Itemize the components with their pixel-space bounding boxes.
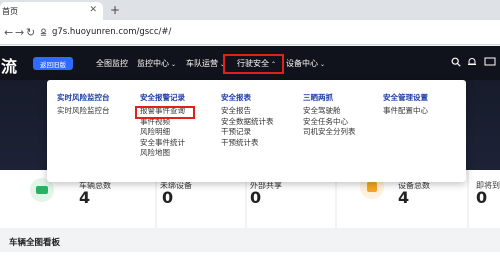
menu-item-map-monitor[interactable]: 全图监控 bbox=[96, 58, 128, 69]
menu-label: 监控中心 bbox=[137, 59, 169, 68]
dropdown-heading[interactable]: 安全管理设置 bbox=[383, 92, 428, 106]
browser-tab[interactable]: 首页 ✕ bbox=[0, 2, 103, 20]
dropdown-column-safety-settings: 安全管理设置 事件配置中心 bbox=[383, 92, 428, 117]
stat-value: 4 bbox=[79, 188, 91, 207]
section-title: 车辆全图看板 bbox=[9, 238, 61, 248]
stat-value: 0 bbox=[250, 188, 262, 207]
dropdown-heading[interactable]: 三晒两抓 bbox=[303, 92, 356, 106]
dropdown-link[interactable]: 司机安全分列表 bbox=[303, 127, 356, 138]
dropdown-column-safety-reports: 安全报表 安全报告 安全数据统计表 干预记录 干预统计表 bbox=[221, 92, 274, 148]
dropdown-link[interactable]: 安全驾驶舱 bbox=[303, 106, 356, 117]
dropdown-heading[interactable]: 安全报表 bbox=[221, 92, 274, 106]
menu-label: 设备中心 bbox=[286, 59, 318, 68]
dropdown-link[interactable]: 安全事件统计 bbox=[140, 138, 185, 149]
chevron-down-icon: ⌄ bbox=[171, 61, 177, 68]
dropdown-link[interactable]: 实时风险监控台 bbox=[57, 106, 110, 117]
dropdown-column-alarm-records: 安全报警记录 报警事件查询 事件视频 风险明细 安全事件统计 风险地图 bbox=[140, 92, 185, 159]
new-tab-icon[interactable]: + bbox=[110, 3, 120, 17]
dropdown-column-realtime: 实时风险监控台 实时风险监控台 bbox=[57, 92, 110, 117]
stat-value: 0 bbox=[162, 188, 174, 207]
dropdown-heading[interactable]: 安全报警记录 bbox=[140, 92, 185, 106]
active-menu-highlight bbox=[223, 54, 284, 74]
dropdown-link[interactable]: 干预记录 bbox=[221, 127, 274, 138]
close-icon[interactable]: ✕ bbox=[89, 5, 97, 15]
selected-item-highlight bbox=[135, 106, 195, 119]
dropdown-heading[interactable]: 实时风险监控台 bbox=[57, 92, 110, 106]
dropdown-link[interactable]: 安全任务中心 bbox=[303, 117, 356, 128]
tab-title: 首页 bbox=[2, 6, 18, 16]
dropdown-link[interactable]: 风险地图 bbox=[140, 148, 185, 159]
brand-logo: 流 bbox=[1, 57, 18, 76]
dropdown-link[interactable]: 事件配置中心 bbox=[383, 106, 428, 117]
menu-item-device-center[interactable]: 设备中心 ⌄ bbox=[286, 58, 325, 69]
stat-value: 4 bbox=[398, 188, 410, 207]
dropdown-column-three-checks: 三晒两抓 安全驾驶舱 安全任务中心 司机安全分列表 bbox=[303, 92, 356, 138]
menu-item-monitor-center[interactable]: 监控中心 ⌄ bbox=[137, 58, 176, 69]
menu-label: 全图监控 bbox=[96, 59, 128, 68]
browser-tab-bar: 首页 ✕ + bbox=[0, 0, 500, 20]
chevron-down-icon: ⌄ bbox=[320, 61, 326, 68]
search-icon[interactable] bbox=[451, 57, 461, 67]
address-bar: ← → ↻ g7s.huoyunren.com/gscc/#/ bbox=[0, 20, 500, 45]
board-content bbox=[0, 252, 500, 263]
back-arrow-icon[interactable]: ← bbox=[4, 26, 13, 39]
bell-icon[interactable] bbox=[467, 57, 477, 67]
stat-value: 0 bbox=[476, 188, 488, 207]
dropdown-link[interactable]: 安全数据统计表 bbox=[221, 117, 274, 128]
menu-item-fleet-operation[interactable]: 车队运营 ⌄ bbox=[186, 58, 225, 69]
dropdown-link[interactable]: 风险明细 bbox=[140, 127, 185, 138]
url-field[interactable]: g7s.huoyunren.com/gscc/#/ bbox=[52, 27, 171, 37]
reload-icon[interactable]: ↻ bbox=[26, 26, 35, 39]
dropdown-link[interactable]: 干预统计表 bbox=[221, 138, 274, 149]
back-to-old-version-button[interactable]: 返回旧版 bbox=[33, 57, 73, 70]
forward-arrow-icon[interactable]: → bbox=[15, 26, 24, 39]
screen-icon[interactable] bbox=[484, 57, 496, 67]
dropdown-link[interactable]: 安全报告 bbox=[221, 106, 274, 117]
menu-label: 车队运营 bbox=[186, 59, 218, 68]
site-info-icon[interactable] bbox=[39, 28, 48, 37]
